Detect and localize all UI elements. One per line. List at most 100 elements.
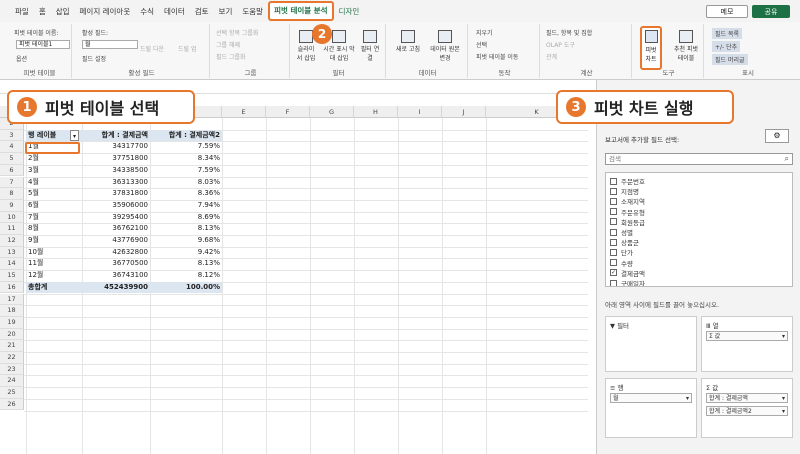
checkbox[interactable] <box>610 248 617 256</box>
value-cell[interactable]: 37751800 <box>82 153 150 165</box>
rows-area[interactable]: ≡ 행 월 ▾ <box>605 378 697 438</box>
checkbox[interactable] <box>610 208 617 216</box>
values-area[interactable]: Σ 값 합계 : 결제금액 ▾ 합계 : 결제금액2 ▾ <box>701 378 793 438</box>
field-item[interactable]: 주문번호 <box>610 176 645 186</box>
value-cell[interactable]: 36743100 <box>82 270 150 282</box>
row-label-cell[interactable]: 11월 <box>26 258 82 270</box>
row-label-cell[interactable]: 4월 <box>26 177 82 189</box>
field-item[interactable]: 소재지역 <box>610 196 645 206</box>
row-header[interactable]: 20 <box>0 328 24 341</box>
checkbox[interactable] <box>610 228 617 236</box>
field-item[interactable]: ✓ 결제금액 <box>610 268 645 278</box>
row-label-cell[interactable]: 5월 <box>26 188 82 200</box>
columns-area[interactable]: Ⅲ 열 Σ 값 ▾ <box>701 316 793 372</box>
value-cell[interactable]: 452439900 <box>82 281 150 294</box>
row-label-cell[interactable]: 10월 <box>26 247 82 259</box>
field-item[interactable]: 지점명 <box>610 186 639 196</box>
row-header[interactable]: 26 <box>0 398 24 411</box>
row-label-cell[interactable]: 3월 <box>26 165 82 177</box>
pivot-options-button[interactable]: 옵션 <box>16 54 27 63</box>
row-header[interactable]: 23 <box>0 363 24 376</box>
value-cell[interactable]: 7.59% <box>150 165 222 177</box>
checkbox[interactable] <box>610 177 617 185</box>
row-header[interactable]: 13 <box>0 246 24 259</box>
checkbox[interactable] <box>610 187 617 195</box>
tab-file[interactable]: 파일 <box>10 2 34 22</box>
filters-area[interactable]: ▼ 필터 <box>605 316 697 372</box>
row-header[interactable]: 8 <box>0 188 24 200</box>
filter-dropdown-icon[interactable]: ▾ <box>70 129 79 142</box>
change-source-button[interactable]: 데이터 원본 변경 <box>428 30 462 62</box>
checkbox[interactable] <box>610 279 617 286</box>
field-list-toggle[interactable]: 필드 목록 <box>712 28 742 39</box>
row-header[interactable]: 14 <box>0 258 24 271</box>
row-header[interactable]: 15 <box>0 270 24 282</box>
row-header[interactable]: 6 <box>0 164 24 177</box>
value-cell[interactable]: 35906000 <box>82 200 150 212</box>
olap-tools-button[interactable]: OLAP 도구 <box>546 40 575 49</box>
value-cell[interactable]: 36313300 <box>82 177 150 189</box>
tab-pivot-analyze[interactable]: 피벗 테이블 분석 <box>268 1 334 21</box>
row-label-cell[interactable]: 6월 <box>26 200 82 212</box>
field-item[interactable]: 성별 <box>610 227 633 237</box>
col-header-I[interactable]: I <box>398 106 442 118</box>
field-item[interactable]: 단가 <box>610 247 633 257</box>
columns-values-item[interactable]: Σ 값 ▾ <box>706 331 788 341</box>
recommended-pivot-button[interactable]: 추천 피벗 테이블 <box>672 30 700 62</box>
value-cell[interactable]: 8.03% <box>150 177 222 189</box>
values-item-2[interactable]: 합계 : 결제금액2 ▾ <box>706 406 788 416</box>
checkbox[interactable] <box>610 259 617 267</box>
field-item[interactable]: 상품군 <box>610 237 639 247</box>
row-label-cell[interactable]: 12월 <box>26 270 82 282</box>
row-label-cell[interactable]: 2월 <box>26 153 82 165</box>
row-label-cell[interactable]: 9월 <box>26 235 82 247</box>
clear-button[interactable]: 지우기 <box>476 28 493 37</box>
row-header[interactable]: 21 <box>0 340 24 352</box>
checkbox[interactable] <box>610 197 617 205</box>
move-pivot-button[interactable]: 피벗 테이블 이동 <box>476 52 518 61</box>
col-header-E[interactable]: E <box>222 106 266 118</box>
memo-button[interactable]: 메모 <box>706 5 748 18</box>
row-header[interactable]: 7 <box>0 176 24 189</box>
select-button[interactable]: 선택 <box>476 40 487 49</box>
checkbox[interactable] <box>610 218 617 226</box>
drill-up-button[interactable]: 드릴 업 <box>178 44 196 53</box>
tab-home[interactable]: 홈 <box>34 2 51 22</box>
tab-design[interactable]: 디자인 <box>334 2 365 22</box>
group-selection-button[interactable]: 선택 항목 그룹화 <box>216 28 258 37</box>
filter-connections-button[interactable]: 필터 연결 <box>360 30 380 62</box>
value-cell[interactable]: 7.94% <box>150 200 222 212</box>
value-cell[interactable]: 8.34% <box>150 153 222 165</box>
tab-data[interactable]: 데이터 <box>159 2 190 22</box>
row-header[interactable]: 3 <box>0 129 24 142</box>
active-field-input[interactable]: 월 <box>82 40 138 49</box>
field-headers-toggle[interactable]: 필드 머리글 <box>712 54 748 65</box>
field-item[interactable]: 회원등급 <box>610 217 645 227</box>
row-header[interactable]: 25 <box>0 387 24 399</box>
group-field-button[interactable]: 필드 그룹화 <box>216 52 246 61</box>
col-header-H[interactable]: H <box>354 106 398 118</box>
row-header[interactable]: 22 <box>0 352 24 364</box>
value-cell[interactable]: 42632800 <box>82 247 150 259</box>
row-header[interactable]: 10 <box>0 211 24 224</box>
col-header-F[interactable]: F <box>266 106 310 118</box>
row-header[interactable]: 17 <box>0 293 24 306</box>
row-header[interactable]: 4 <box>0 141 24 154</box>
checkbox[interactable]: ✓ <box>610 269 617 277</box>
field-item[interactable]: 주문유형 <box>610 207 645 217</box>
row-header[interactable]: 11 <box>0 223 24 235</box>
row-header[interactable]: 19 <box>0 316 24 329</box>
share-button[interactable]: 공유 <box>752 5 790 18</box>
value-cell[interactable]: 합계 : 결제금액2 <box>150 129 222 142</box>
values-item-1[interactable]: 합계 : 결제금액 ▾ <box>706 393 788 403</box>
fields-items-sets-button[interactable]: 필드, 항목 및 집합 <box>546 28 592 37</box>
pivot-chart-button[interactable]: 피벗 차트 <box>640 26 662 70</box>
value-cell[interactable]: 36770500 <box>82 258 150 270</box>
row-label-cell[interactable]: 7월 <box>26 212 82 224</box>
row-label-cell[interactable]: 8월 <box>26 223 82 235</box>
col-header-G[interactable]: G <box>310 106 354 118</box>
row-header[interactable]: 5 <box>0 153 24 165</box>
checkbox[interactable] <box>610 238 617 246</box>
drill-down-button[interactable]: 드릴 다운 <box>140 44 164 53</box>
value-cell[interactable]: 8.13% <box>150 258 222 270</box>
